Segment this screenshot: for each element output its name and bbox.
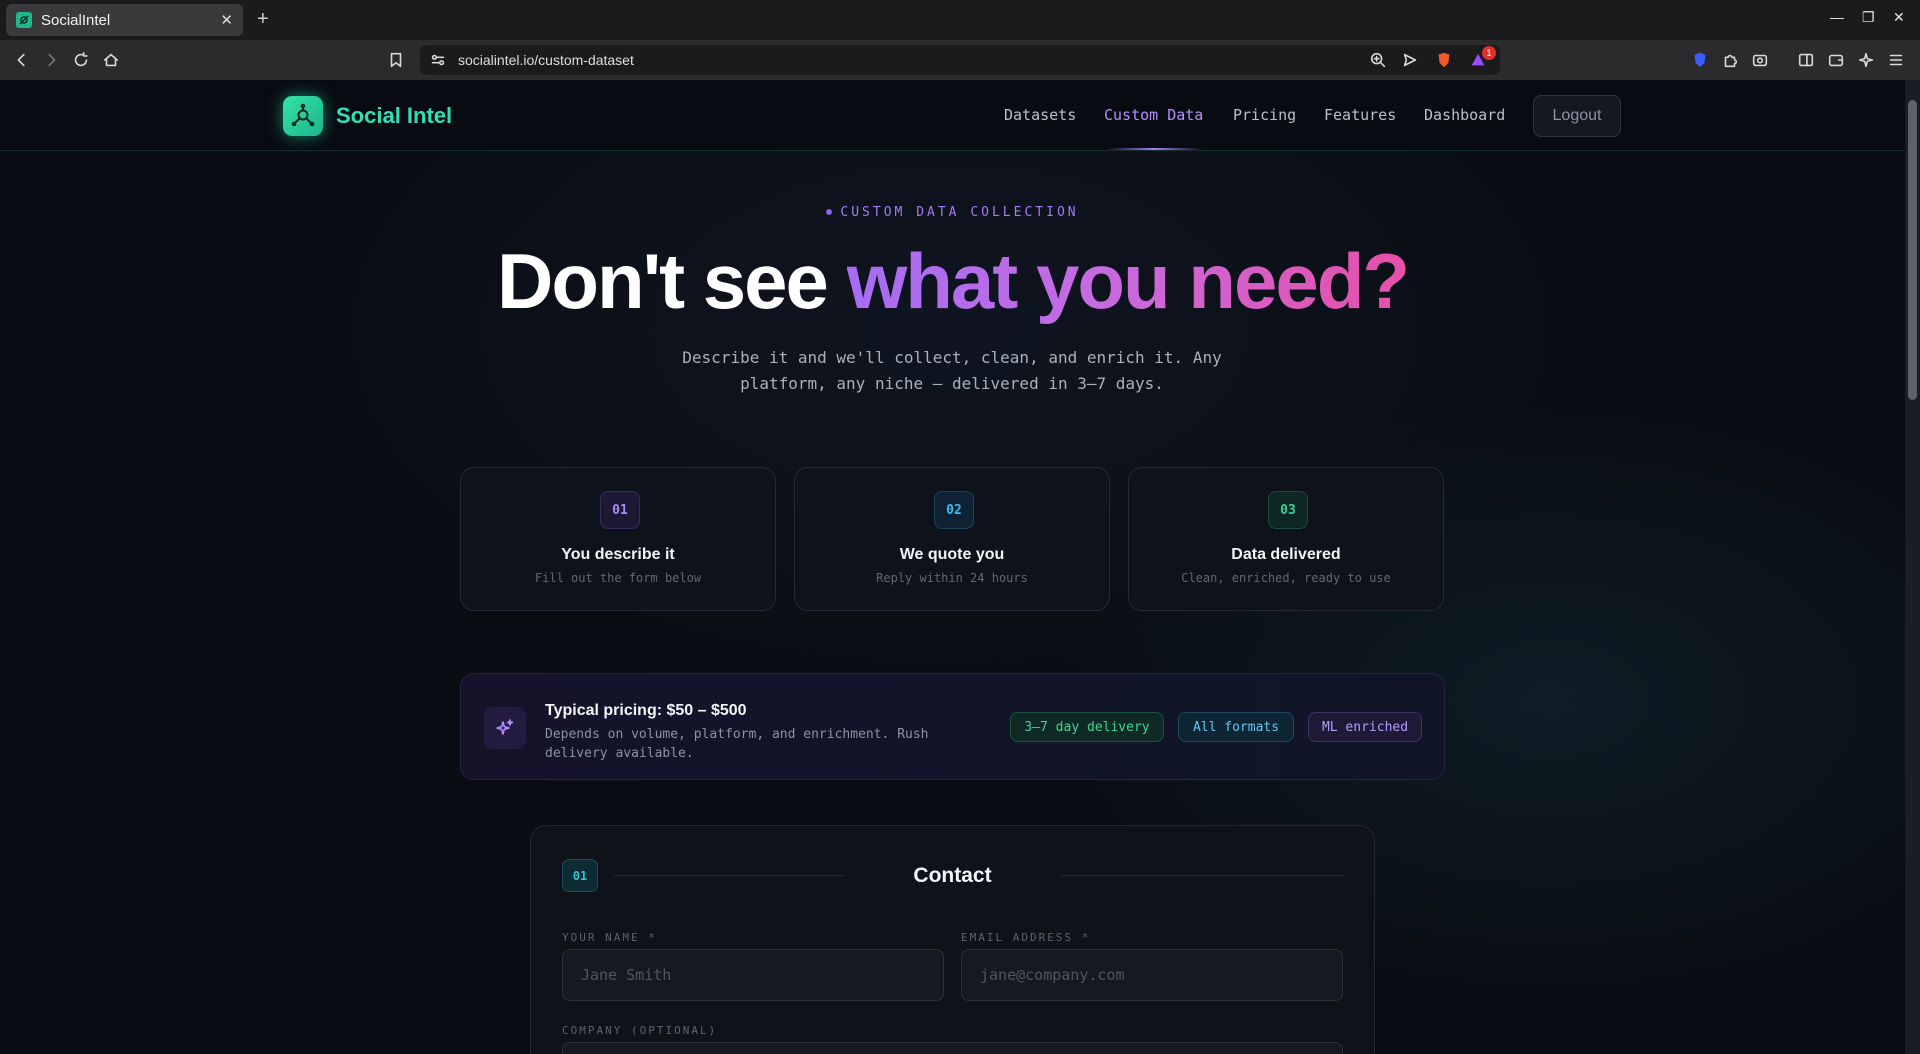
brand-name[interactable]: Social Intel xyxy=(336,103,452,129)
tab-close-icon[interactable]: ✕ xyxy=(220,13,233,28)
company-input[interactable] xyxy=(562,1042,1343,1054)
screenshot-icon[interactable] xyxy=(1750,50,1770,70)
step-title: Data delivered xyxy=(1231,546,1341,563)
browser-tab[interactable]: SocialIntel ✕ xyxy=(6,4,243,36)
brave-shield-icon[interactable] xyxy=(1434,50,1454,70)
email-input[interactable]: jane@company.com xyxy=(961,949,1343,1001)
vpn-icon[interactable] xyxy=(1690,50,1710,70)
new-tab-button[interactable]: + xyxy=(257,9,269,29)
step-title: We quote you xyxy=(899,546,1005,563)
eyebrow-dot-icon xyxy=(826,208,833,215)
scrollbar-thumb[interactable] xyxy=(1908,100,1917,400)
url-text: socialintel.io/custom-dataset xyxy=(458,52,634,68)
step-description: Fill out the form below xyxy=(534,571,702,585)
home-icon[interactable] xyxy=(101,50,121,70)
company-label: COMPANY (OPTIONAL) xyxy=(562,1024,718,1037)
site-navbar: Social Intel Datasets Custom Data Pricin… xyxy=(0,80,1905,151)
sidebar-icon[interactable] xyxy=(1796,50,1816,70)
pricing-description: Depends on volume, platform, and enrichm… xyxy=(545,727,929,761)
pricing-banner: Typical pricing: $50 – $500 Depends on v… xyxy=(460,673,1445,780)
reload-icon[interactable] xyxy=(71,50,91,70)
pricing-title: Typical pricing: $50 – $500 xyxy=(545,702,747,719)
logout-button[interactable]: Logout xyxy=(1533,95,1621,137)
menu-icon[interactable] xyxy=(1886,50,1906,70)
step-card-delivered: 03 Data delivered Clean, enriched, ready… xyxy=(1128,467,1444,611)
eyebrow-text: CUSTOM DATA COLLECTION xyxy=(840,205,1079,220)
zoom-icon[interactable] xyxy=(1368,50,1388,70)
chip-delivery: 3–7 day delivery xyxy=(1010,712,1164,742)
restore-button[interactable]: ❐ xyxy=(1862,10,1875,24)
hero-eyebrow: CUSTOM DATA COLLECTION xyxy=(0,205,1905,220)
extensions-icon[interactable] xyxy=(1720,50,1740,70)
tab-title: SocialIntel xyxy=(41,11,111,29)
nav-link-dashboard[interactable]: Dashboard xyxy=(1424,106,1505,124)
step-number: 03 xyxy=(1268,491,1308,529)
chip-formats: All formats xyxy=(1178,712,1294,742)
chip-ml-enriched: ML enriched xyxy=(1308,712,1422,742)
nav-link-features[interactable]: Features xyxy=(1324,106,1396,124)
notification-badge: 1 xyxy=(1482,46,1496,60)
step-card-describe: 01 You describe it Fill out the form bel… xyxy=(460,467,776,611)
nav-link-datasets[interactable]: Datasets xyxy=(1004,106,1076,124)
sparkles-icon xyxy=(484,707,526,749)
headline-plain: Don't see xyxy=(496,237,847,325)
step-number: 01 xyxy=(600,491,640,529)
contact-form-card: 01 Contact YOUR NAME * Jane Smith EMAIL … xyxy=(530,825,1375,1054)
email-label: EMAIL ADDRESS * xyxy=(961,931,1091,944)
page-viewport: Social Intel Datasets Custom Data Pricin… xyxy=(0,80,1905,1054)
wallet-icon[interactable] xyxy=(1826,50,1846,70)
nav-link-custom-data[interactable]: Custom Data xyxy=(1104,106,1203,124)
step-title: You describe it xyxy=(561,546,675,563)
address-bar[interactable]: socialintel.io/custom-dataset 1 xyxy=(420,45,1500,75)
hero-subtitle: Describe it and we'll collect, clean, an… xyxy=(682,348,1222,393)
send-icon[interactable] xyxy=(1400,50,1420,70)
step-description: Reply within 24 hours xyxy=(876,571,1028,585)
page-scrollbar[interactable] xyxy=(1905,80,1920,1054)
name-input[interactable]: Jane Smith xyxy=(562,949,944,1001)
bookmark-icon[interactable] xyxy=(386,50,406,70)
section-title: Contact xyxy=(913,864,992,887)
nav-link-pricing[interactable]: Pricing xyxy=(1233,106,1296,124)
window-close-button[interactable]: ✕ xyxy=(1893,10,1905,24)
logo-icon[interactable] xyxy=(283,96,323,136)
browser-tab-bar: SocialIntel ✕ + — ❐ ✕ xyxy=(0,0,1920,40)
site-favicon-icon xyxy=(16,12,32,28)
active-nav-indicator xyxy=(1106,148,1202,150)
step-number: 02 xyxy=(934,491,974,529)
minimize-button[interactable]: — xyxy=(1830,10,1844,24)
headline-accent: what you need? xyxy=(846,237,1410,325)
site-info-icon[interactable] xyxy=(428,50,448,70)
back-icon[interactable] xyxy=(12,50,32,70)
forward-icon[interactable] xyxy=(41,50,61,70)
name-label: YOUR NAME * xyxy=(562,931,657,944)
step-description: Clean, enriched, ready to use xyxy=(1181,571,1391,585)
leo-ai-icon[interactable] xyxy=(1856,50,1876,70)
hero-headline: Don't see what you need? xyxy=(0,235,1905,329)
step-card-quote: 02 We quote you Reply within 24 hours xyxy=(794,467,1110,611)
